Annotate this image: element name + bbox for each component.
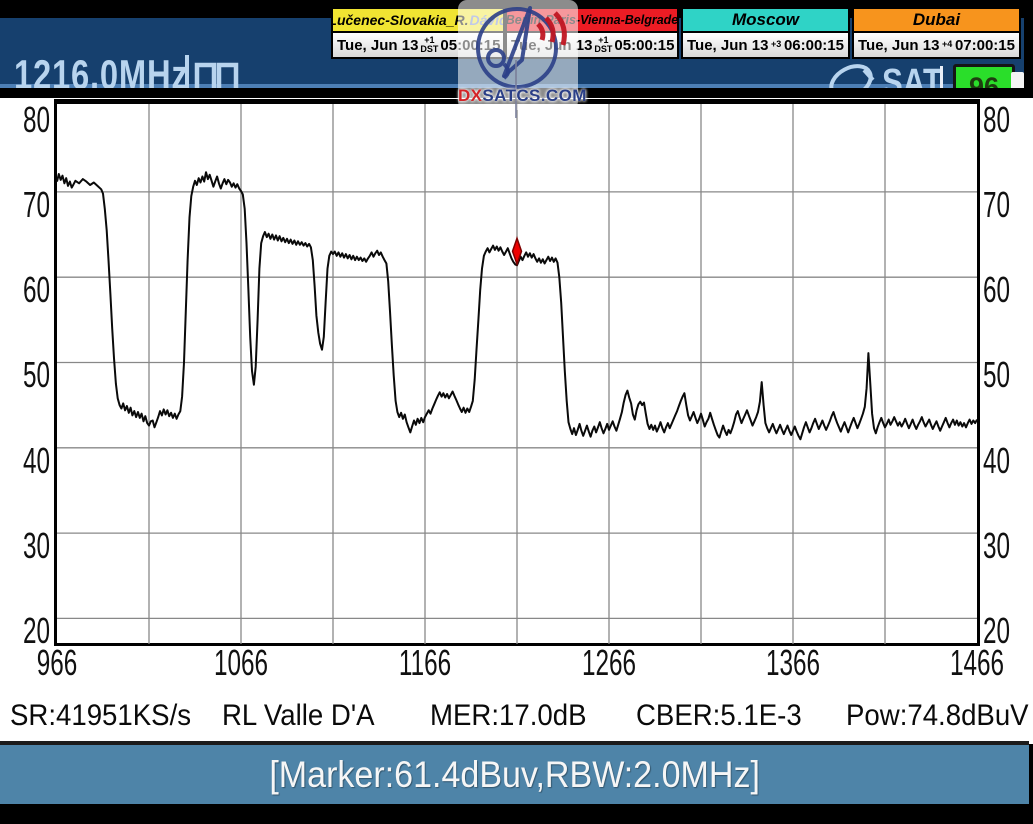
y-axis-label-right: 30	[983, 529, 1017, 563]
x-axis-label: 1466	[940, 646, 1014, 680]
y-axis-label-right: 40	[983, 444, 1017, 478]
dxsatcs-watermark-text: DXSATCS.COM	[458, 86, 578, 106]
timezone-offset: +1 DST	[420, 37, 438, 53]
y-axis-label-left: 30	[16, 529, 50, 563]
y-axis-label-right: 70	[983, 188, 1017, 222]
timezone-offset: +4	[942, 41, 952, 49]
y-axis-label-right: 50	[983, 358, 1017, 392]
status-symbol-rate: SR:41951KS/s	[10, 699, 191, 733]
clock-time-row: Tue, Jun 13 +3 06:00:15	[683, 33, 848, 57]
status-mer: MER:17.0dB	[430, 699, 586, 733]
clock-time: 06:00:15	[784, 37, 844, 54]
x-axis-label: 1266	[572, 646, 646, 680]
y-axis-label-left: 80	[16, 103, 50, 137]
y-axis-label-left: 40	[16, 444, 50, 478]
spectrum-plot	[57, 104, 977, 644]
clock-city-text: Moscow	[732, 10, 799, 30]
timezone-offset: +3	[771, 41, 781, 49]
dxsatcs-watermark: DXSATCS.COM	[458, 0, 578, 110]
clock-time: 07:00:15	[955, 37, 1015, 54]
clock-city-text: Dubai	[913, 10, 960, 30]
y-axis-label-left: 60	[16, 273, 50, 307]
clock-moscow: Moscow Tue, Jun 13 +3 06:00:15	[681, 7, 850, 59]
clock-city-text: Lučenec-Slovakia_R.	[333, 12, 468, 28]
screen-bottom-edge	[0, 804, 1033, 824]
clock-time: 05:00:15	[614, 37, 674, 54]
clock-dubai: Dubai Tue, Jun 13 +4 07:00:15	[852, 7, 1021, 59]
screen-right-edge	[1029, 745, 1033, 805]
marker-readout: [Marker:61.4dBuv,RBW:2.0MHz]	[269, 754, 760, 796]
clock-date: Tue, Jun 13	[337, 37, 418, 54]
y-axis-label-left: 50	[16, 358, 50, 392]
clock-city-label: Dubai	[854, 9, 1019, 33]
timezone-offset: +1 DST	[594, 37, 612, 53]
clock-date: Tue, Jun 13	[687, 37, 768, 54]
x-axis-label: 1366	[756, 646, 830, 680]
status-network-name: RL Valle D'A	[222, 699, 375, 733]
marker-info-bar: [Marker:61.4dBuv,RBW:2.0MHz]	[0, 745, 1029, 804]
clock-date: Tue, Jun 13	[858, 37, 939, 54]
status-cber: CBER:5.1E-3	[636, 699, 802, 733]
y-axis-label-left: 70	[16, 188, 50, 222]
spectrum-analyzer-screen: 1216.0MHz SAT 96 Lučenec-Slovakia_R.Dávi…	[0, 0, 1033, 824]
x-axis-label: 1066	[204, 646, 278, 680]
clock-city-label: Moscow	[683, 9, 848, 33]
status-power: Pow:74.8dBuV	[846, 699, 1029, 733]
y-axis-label-right: 80	[983, 103, 1017, 137]
clock-time-row: Tue, Jun 13 +4 07:00:15	[854, 33, 1019, 57]
x-axis-label: 966	[20, 646, 94, 680]
y-axis-label-right: 60	[983, 273, 1017, 307]
x-axis-label: 1166	[388, 646, 462, 680]
